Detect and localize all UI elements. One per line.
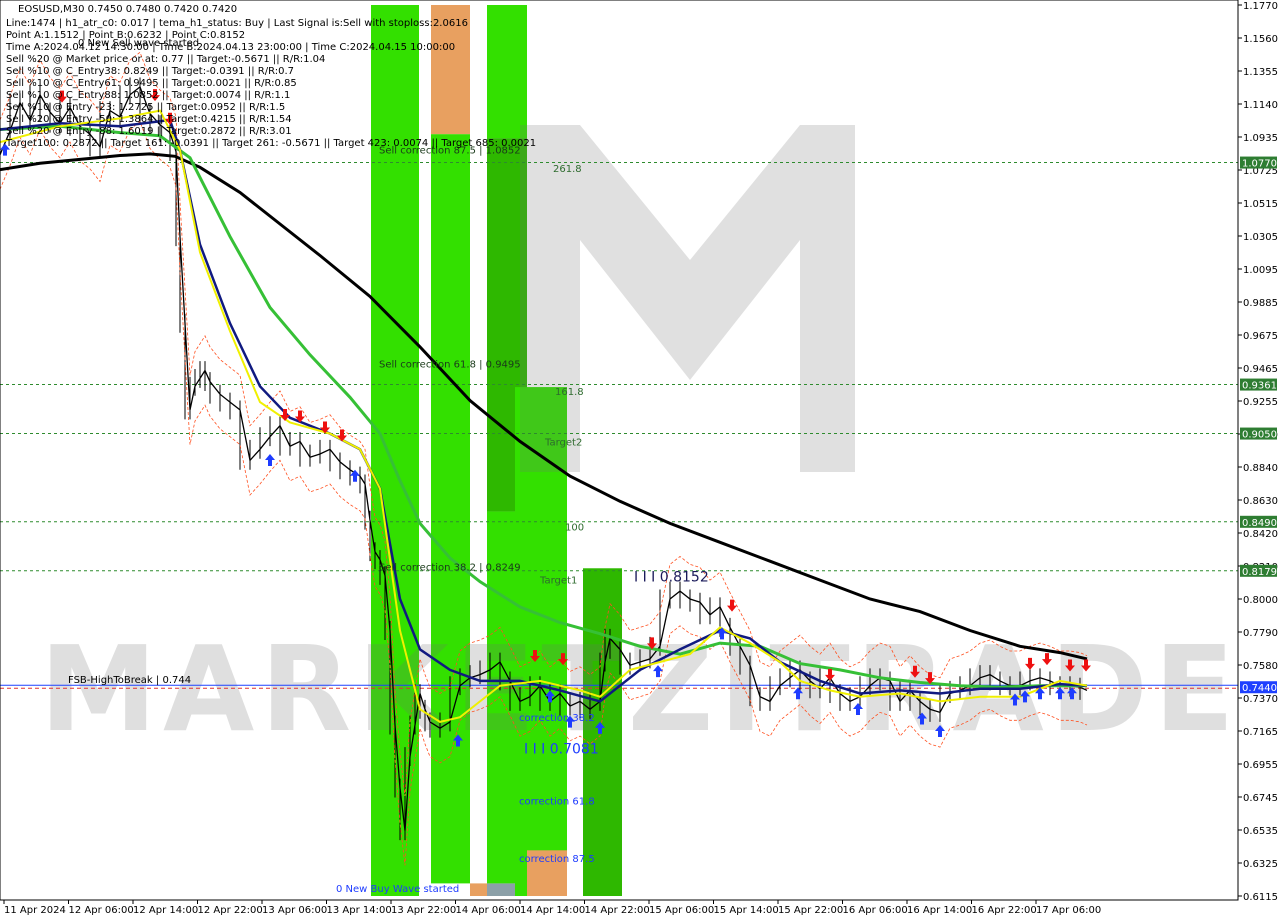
x-tick-label: 15 Apr 14:00 — [714, 905, 779, 916]
y-tick-label: 0.7370 — [1243, 694, 1278, 705]
price-tag-label: 1.0770 — [1242, 159, 1277, 170]
info-line: Sell %10 @ C_Entry88: 1.0852 || Target:0… — [6, 90, 290, 101]
price-tag-label: 0.8179 — [1242, 567, 1277, 578]
wave-label: 0 New Sell wave started — [78, 38, 199, 49]
x-tick-label: 15 Apr 22:00 — [778, 905, 843, 916]
level-label: Sell correction 61.8 | 0.9495 — [379, 359, 521, 370]
y-tick-label: 0.6535 — [1243, 826, 1278, 837]
x-tick-label: 14 Apr 06:00 — [456, 905, 521, 916]
level-label: correction 61.8 — [519, 797, 595, 808]
level-label: 0 New Buy Wave started — [336, 884, 459, 895]
zone-rect — [487, 5, 527, 139]
x-tick-label: 13 Apr 22:00 — [391, 905, 456, 916]
y-tick-label: 0.6955 — [1243, 760, 1278, 771]
info-line: Time A:2024.04.12 14:30:00 | Time B:2024… — [5, 42, 455, 53]
y-tick-label: 1.0305 — [1243, 232, 1278, 243]
info-line: Sell %20 @ Entry -50: 1.3864 || Target:0… — [6, 114, 292, 125]
y-tick-label: 0.9255 — [1243, 397, 1278, 408]
level-label: Target1 — [539, 575, 577, 586]
info-line: Sell %10 @ C_Entry38: 0.8249 || Target:-… — [6, 66, 294, 77]
x-tick-label: 12 Apr 14:00 — [133, 905, 198, 916]
x-tick-label: 14 Apr 22:00 — [585, 905, 650, 916]
y-tick-label: 1.0095 — [1243, 265, 1278, 276]
y-tick-label: 0.9885 — [1243, 298, 1278, 309]
info-line: Sell %10 @ C_Entry61: 0.9495 || Target:0… — [6, 78, 297, 89]
zone-rect — [431, 134, 470, 884]
price-tag-label: 0.9050 — [1242, 430, 1277, 441]
y-tick-label: 0.7790 — [1243, 628, 1278, 639]
y-tick-label: 0.6115 — [1243, 892, 1278, 903]
symbol-line: EOSUSD,M30 0.7450 0.7480 0.7420 0.7420 — [18, 4, 237, 15]
x-tick-label: 16 Apr 14:00 — [907, 905, 972, 916]
x-tick-label: 15 Apr 06:00 — [649, 905, 714, 916]
y-tick-label: 1.0935 — [1243, 133, 1278, 144]
info-line: Sell %20 @ Market price or at: 0.77 || T… — [6, 54, 325, 65]
x-tick-label: 11 Apr 2024 — [4, 905, 66, 916]
level-label: 261.8 — [553, 164, 582, 175]
y-tick-label: 1.1560 — [1243, 34, 1278, 45]
level-label: 100 — [565, 523, 584, 534]
info-line: Target100: 0.2872 || Target 161: -0.0391… — [5, 138, 536, 149]
level-label: I I I 0.7081 — [524, 741, 599, 757]
info-line: Sell %10 @ Entry -23: 1.2725 || Target:0… — [6, 102, 285, 113]
x-tick-label: 14 Apr 14:00 — [520, 905, 585, 916]
info-line: Line:1474 | h1_atr_c0: 0.017 | tema_h1_s… — [6, 18, 468, 29]
price-tag-label: 0.9361 — [1242, 381, 1277, 392]
x-tick-label: 12 Apr 22:00 — [198, 905, 263, 916]
level-label: I I I 0.8152 — [634, 570, 709, 586]
y-tick-label: 0.8630 — [1243, 496, 1278, 507]
chart-container[interactable]: MARKETZITRADE Sell correction 87.5 | 1.0… — [0, 0, 1280, 920]
x-tick-label: 17 Apr 06:00 — [1036, 905, 1101, 916]
level-label: Sell correction 38.2 | 0.8249 — [379, 563, 521, 574]
y-tick-label: 0.7580 — [1243, 661, 1278, 672]
y-tick-label: 0.9465 — [1243, 364, 1278, 375]
price-chart[interactable]: MARKETZITRADE Sell correction 87.5 | 1.0… — [0, 0, 1280, 920]
x-tick-label: 12 Apr 06:00 — [69, 905, 134, 916]
x-tick-label: 16 Apr 06:00 — [843, 905, 908, 916]
x-tick-label: 16 Apr 22:00 — [972, 905, 1037, 916]
x-tick-label: 13 Apr 14:00 — [327, 905, 392, 916]
level-label: Target2 — [544, 437, 582, 448]
y-tick-label: 0.6745 — [1243, 793, 1278, 804]
zone-rect — [470, 883, 487, 896]
level-label: correction 38.2 — [519, 713, 595, 724]
y-tick-label: 0.8840 — [1243, 463, 1278, 474]
y-tick-label: 1.0515 — [1243, 199, 1278, 210]
y-tick-label: 1.1355 — [1243, 67, 1278, 78]
y-tick-label: 0.6325 — [1243, 859, 1278, 870]
info-line: Sell %20 @ Entry -88: 1.6019 || Target:0… — [6, 126, 292, 137]
zone-rect — [487, 883, 515, 896]
level-label: correction 87.5 — [519, 854, 595, 865]
level-label: 161.8 — [555, 387, 584, 398]
y-tick-label: 1.1770 — [1243, 1, 1278, 12]
x-tick-label: 13 Apr 06:00 — [262, 905, 327, 916]
current-price-label: 0.7440 — [1242, 683, 1277, 694]
y-tick-label: 1.1140 — [1243, 100, 1278, 111]
y-tick-label: 0.7165 — [1243, 727, 1278, 738]
y-tick-label: 0.8420 — [1243, 529, 1278, 540]
fsb-label: FSB-HighToBreak | 0.744 — [68, 675, 191, 686]
y-tick-label: 0.9675 — [1243, 331, 1278, 342]
price-tag-label: 0.8490 — [1242, 518, 1277, 529]
y-tick-label: 0.8000 — [1243, 595, 1278, 606]
